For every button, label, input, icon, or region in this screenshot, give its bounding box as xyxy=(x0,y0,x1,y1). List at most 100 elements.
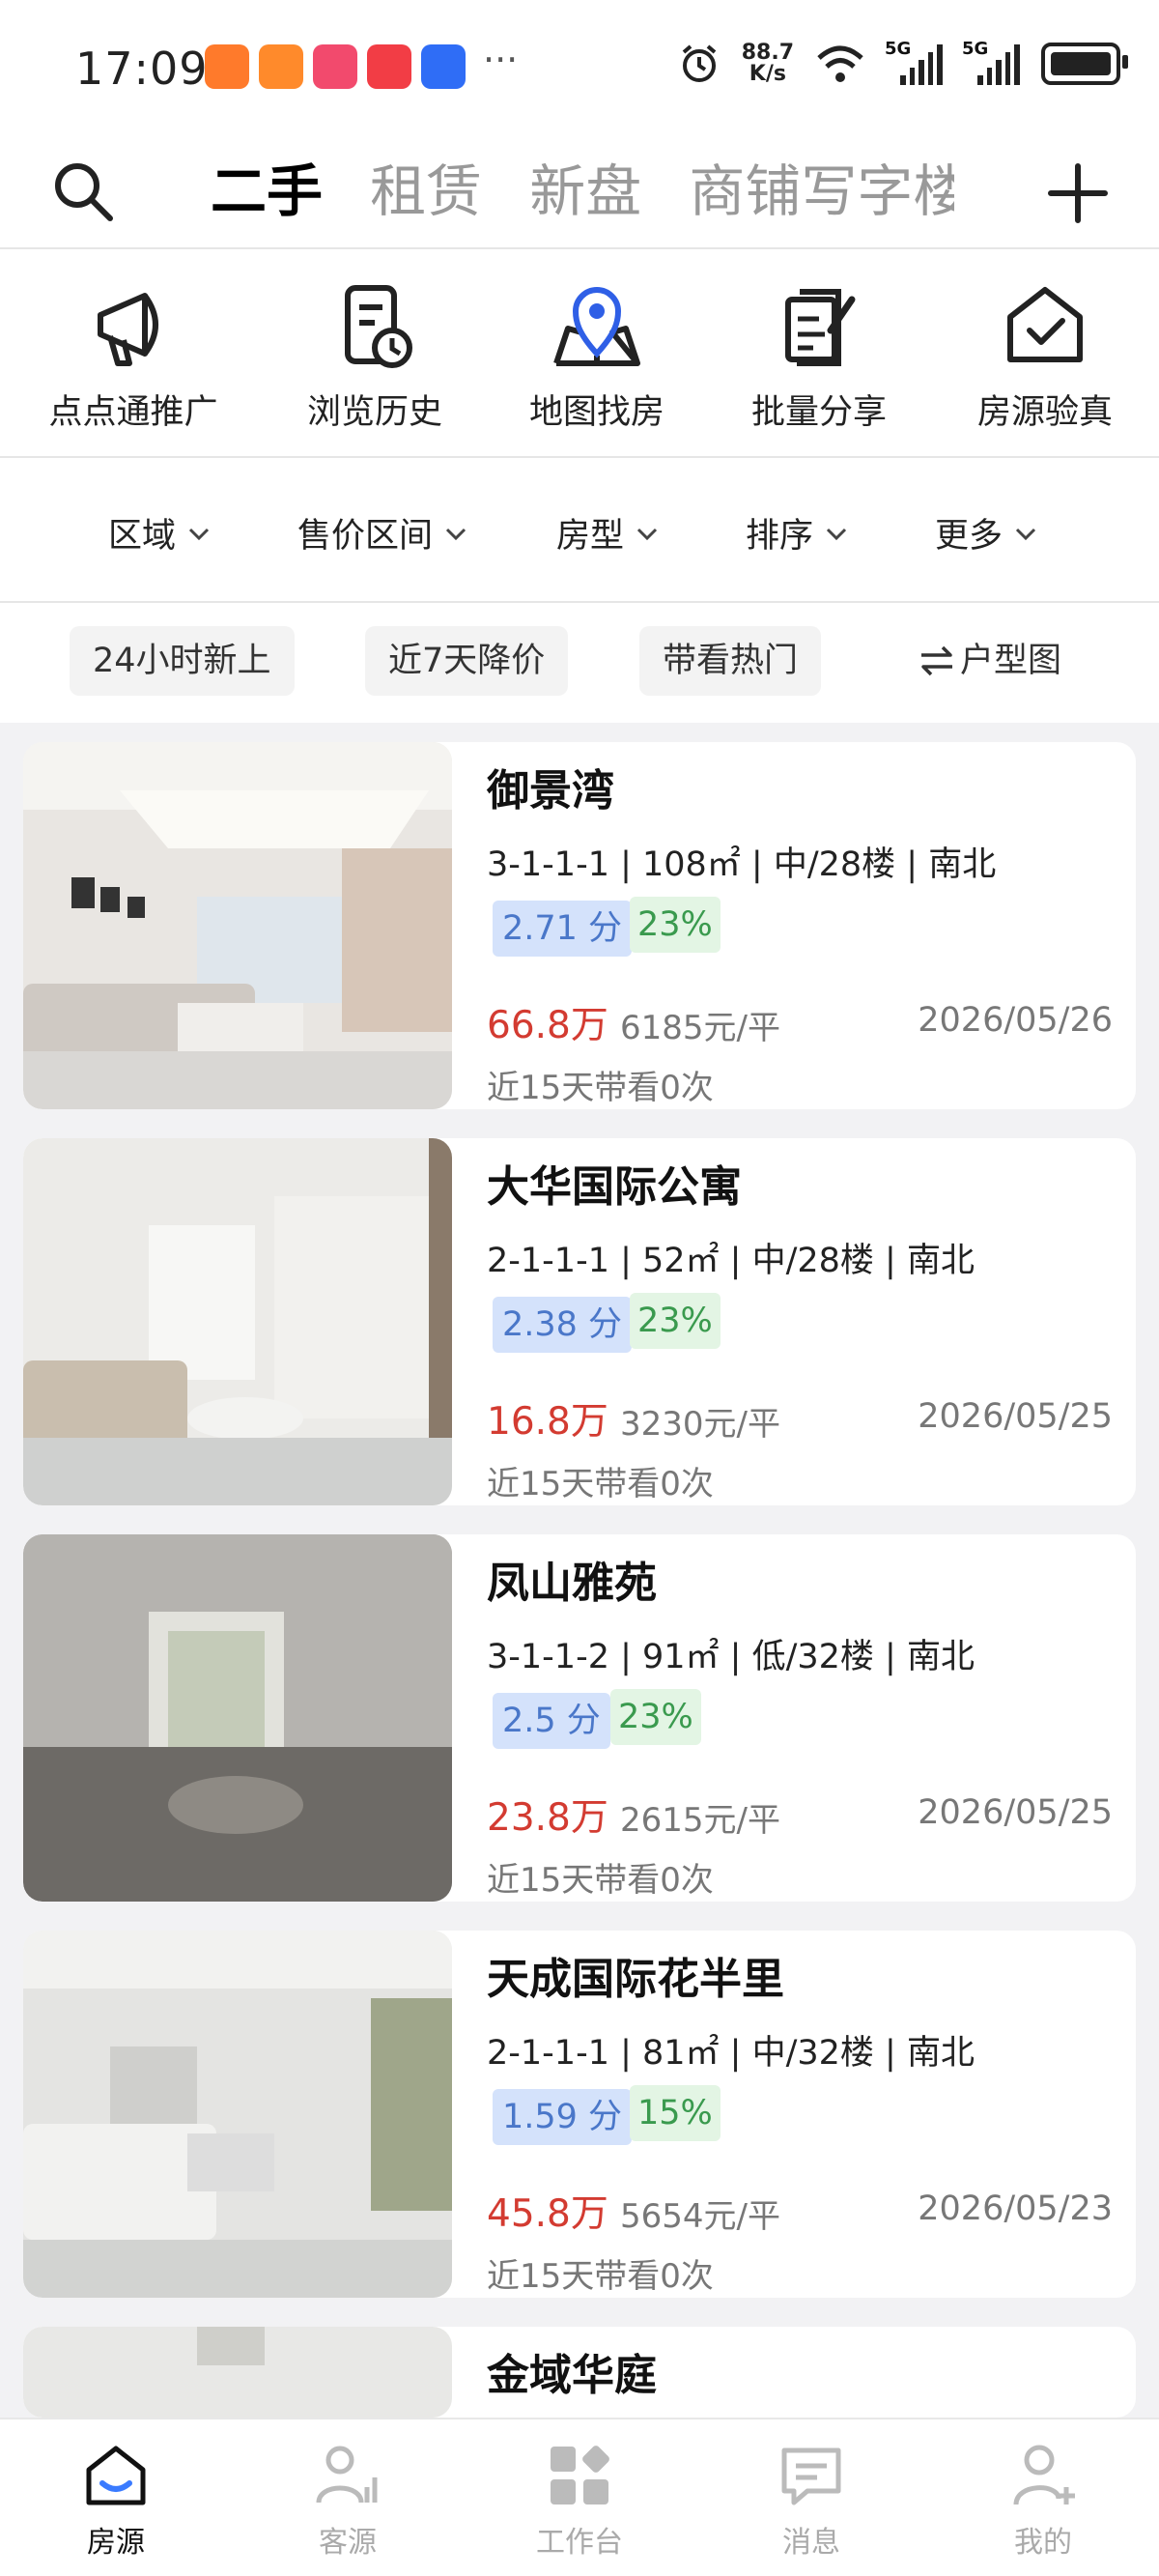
chip-hot-viewing[interactable]: 带看热门 xyxy=(639,626,822,696)
listing-photo xyxy=(23,2327,452,2418)
nav-label: 客源 xyxy=(319,2526,377,2560)
listing-name: 天成国际花半里 xyxy=(487,1955,784,2004)
filter-more[interactable]: 更多 xyxy=(935,508,1039,558)
listing-spec: 2-1-1-1 | 81㎡ | 中/32楼 | 南北 xyxy=(487,2034,975,2073)
chip-floor-plan[interactable]: 户型图 xyxy=(894,626,1085,696)
listing-name: 金域华庭 xyxy=(487,2351,657,2400)
app-icon xyxy=(259,44,303,89)
top-header: 二手 租赁 新盘 商铺写字楼 xyxy=(0,135,1159,249)
filter-label: 售价区间 xyxy=(297,517,434,556)
listing-name: 凤山雅苑 xyxy=(487,1559,657,1608)
listing-date: 2026/05/23 xyxy=(918,2190,1113,2228)
listing-percentage: 15% xyxy=(630,2085,721,2141)
listing-viewings: 近15天带看0次 xyxy=(487,1069,714,1107)
verified-home-icon xyxy=(1007,287,1083,362)
nav-clients[interactable]: 客源 xyxy=(251,2439,444,2561)
listing-photo xyxy=(23,1534,452,1902)
listing-card[interactable]: 大华国际公寓 2-1-1-1 | 52㎡ | 中/28楼 | 南北 2.38 分… xyxy=(23,1138,1136,1505)
listing-score: 2.5 分 xyxy=(493,1693,610,1749)
notification-app-icons xyxy=(205,44,466,89)
tool-verify[interactable]: 房源验真 xyxy=(929,278,1159,434)
edit-document-icon xyxy=(785,289,856,366)
listing-card[interactable]: 凤山雅苑 3-1-1-2 | 91㎡ | 低/32楼 | 南北 2.5 分 23… xyxy=(23,1534,1136,1902)
listing-price: 23.8万 xyxy=(487,1796,608,1840)
app-icon xyxy=(421,44,466,89)
listing-spec: 3-1-1-2 | 91㎡ | 低/32楼 | 南北 xyxy=(487,1638,975,1676)
app-icon xyxy=(205,44,249,89)
tab-second-hand[interactable]: 二手 xyxy=(211,143,323,240)
tab-new-homes[interactable]: 新盘 xyxy=(529,143,641,240)
filter-price[interactable]: 售价区间 xyxy=(297,508,469,558)
listing-card[interactable]: 金域华庭 xyxy=(23,2327,1136,2418)
network-speed-value: 88.7 xyxy=(741,41,794,65)
listing-viewings: 近15天带看0次 xyxy=(487,1861,714,1900)
history-icon xyxy=(345,285,412,368)
listing-score: 1.59 分 xyxy=(493,2089,633,2145)
chevron-down-icon xyxy=(188,528,210,540)
chevron-down-icon xyxy=(826,528,847,540)
filter-bar: 区域 售价区间 房型 排序 更多 xyxy=(0,458,1159,603)
chip-new-24h[interactable]: 24小时新上 xyxy=(70,626,295,696)
quick-filter-chips: 24小时新上 近7天降价 带看热门 户型图 xyxy=(0,603,1159,723)
workbench-icon xyxy=(551,2446,609,2504)
listing-percentage: 23% xyxy=(610,1689,701,1745)
chip-price-drop[interactable]: 近7天降价 xyxy=(365,626,569,696)
tool-history[interactable]: 浏览历史 xyxy=(259,278,491,434)
listing-card[interactable]: 天成国际花半里 2-1-1-1 | 81㎡ | 中/32楼 | 南北 1.59 … xyxy=(23,1931,1136,2298)
listing-photo xyxy=(23,1931,452,2298)
wifi-icon xyxy=(817,45,863,82)
filter-sort[interactable]: 排序 xyxy=(746,508,850,558)
map-pin-icon xyxy=(553,287,640,366)
listing-unit-price: 5654元/平 xyxy=(620,2197,780,2236)
nav-messages[interactable]: 消息 xyxy=(715,2439,908,2561)
megaphone-icon xyxy=(98,293,158,366)
client-stats-icon xyxy=(316,2446,378,2504)
tab-rental[interactable]: 租赁 xyxy=(370,143,482,240)
listing-score: 2.71 分 xyxy=(493,901,633,957)
listing-unit-price: 3230元/平 xyxy=(620,1405,780,1444)
listing-name: 大华国际公寓 xyxy=(487,1162,742,1212)
chevron-down-icon xyxy=(1015,528,1036,540)
listing-price: 16.8万 xyxy=(487,1400,608,1444)
nav-label: 消息 xyxy=(782,2526,840,2560)
listing-card[interactable]: 御景湾 3-1-1-1 | 108㎡ | 中/28楼 | 南北 2.71 分 2… xyxy=(23,742,1136,1109)
network-speed-unit: K/s xyxy=(749,62,786,86)
network-type: 5G xyxy=(885,39,912,59)
tab-commercial[interactable]: 商铺写字楼 xyxy=(689,143,954,240)
listing-price: 66.8万 xyxy=(487,1004,608,1047)
filter-label: 排序 xyxy=(746,517,814,556)
swap-icon xyxy=(921,645,952,676)
tool-map-search[interactable]: 地图找房 xyxy=(481,278,713,434)
network-speed: 88.7 K/s xyxy=(742,43,794,85)
nav-label: 我的 xyxy=(1014,2526,1072,2560)
nav-listings[interactable]: 房源 xyxy=(19,2439,212,2561)
nav-workbench[interactable]: 工作台 xyxy=(483,2439,676,2561)
tool-batch-share[interactable]: 批量分享 xyxy=(703,278,935,434)
listing-photo xyxy=(23,1138,452,1505)
add-icon[interactable] xyxy=(1047,162,1109,224)
tool-label: 房源验真 xyxy=(976,393,1113,432)
filter-room-type[interactable]: 房型 xyxy=(556,508,661,558)
tool-promotion[interactable]: 点点通推广 xyxy=(17,278,249,434)
filter-label: 区域 xyxy=(108,517,177,556)
listing-viewings: 近15天带看0次 xyxy=(487,2257,714,2296)
app-icon xyxy=(367,44,411,89)
listing-name: 御景湾 xyxy=(487,766,614,816)
search-icon[interactable] xyxy=(48,157,116,224)
listing-score: 2.38 分 xyxy=(493,1297,633,1353)
listing-unit-price: 2615元/平 xyxy=(620,1801,780,1840)
category-tabs: 二手 租赁 新盘 商铺写字楼 xyxy=(211,143,954,240)
listing-spec: 2-1-1-1 | 52㎡ | 中/28楼 | 南北 xyxy=(487,1242,975,1280)
listing-date: 2026/05/25 xyxy=(918,1397,1113,1436)
filter-area[interactable]: 区域 xyxy=(108,508,212,558)
filter-label: 房型 xyxy=(556,517,625,556)
nav-mine[interactable]: 我的 xyxy=(947,2439,1140,2561)
tool-label: 浏览历史 xyxy=(306,393,442,432)
nav-label: 房源 xyxy=(87,2526,145,2560)
chevron-down-icon xyxy=(445,528,466,540)
listing-percentage: 23% xyxy=(630,1293,721,1349)
status-bar: 17:09 ··· 88.7 K/s 5G 5G xyxy=(0,0,1159,135)
listing-viewings: 近15天带看0次 xyxy=(487,1465,714,1503)
bottom-navigation: 房源 客源 工作台 消息 我的 xyxy=(0,2418,1159,2576)
network-type: 5G xyxy=(962,39,989,59)
